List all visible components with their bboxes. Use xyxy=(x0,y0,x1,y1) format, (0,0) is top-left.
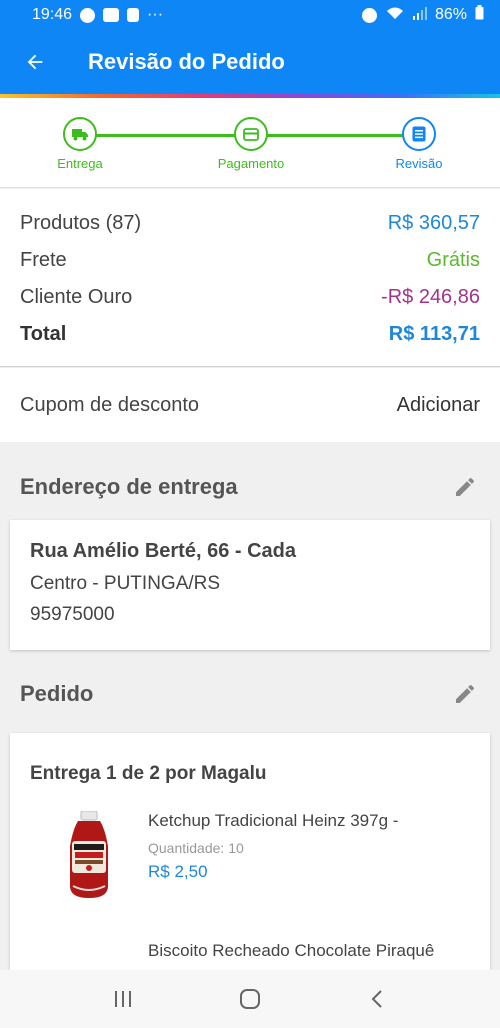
youtube-icon xyxy=(103,8,120,22)
wifi-icon xyxy=(385,6,405,25)
page-title: Revisão do Pedido xyxy=(88,49,285,74)
summary-total-row: Total R$ 113,71 xyxy=(20,316,480,353)
notification-icon xyxy=(127,8,140,22)
pencil-icon xyxy=(456,684,475,703)
address-section-header: Endereço de entrega xyxy=(0,452,500,522)
step-entrega[interactable]: Entrega xyxy=(30,117,130,171)
pencil-icon xyxy=(456,477,475,496)
order-section-title: Pedido xyxy=(20,681,94,706)
total-value: R$ 113,71 xyxy=(388,323,480,345)
step-label: Pagamento xyxy=(217,156,285,171)
order-card: Entrega 1 de 2 por Magalu Ketchup Tradic… xyxy=(10,733,490,970)
product-quantity: Quantidade: 10 xyxy=(148,840,398,856)
alarm-icon xyxy=(361,7,377,23)
step-label: Entrega xyxy=(57,156,103,171)
battery-icon xyxy=(475,5,484,25)
chevron-left-icon xyxy=(371,990,382,1008)
whatsapp-icon xyxy=(80,7,96,23)
step-revisao[interactable]: Revisão xyxy=(369,117,469,171)
ketchup-bottle-image xyxy=(30,811,148,911)
address-zip: 95975000 xyxy=(30,604,115,625)
delivery-title: Entrega 1 de 2 por Magalu xyxy=(30,763,267,784)
gold-label: Cliente Ouro xyxy=(20,286,133,308)
product-name: Ketchup Tradicional Heinz 397g - xyxy=(148,811,399,830)
shipping-label: Frete xyxy=(20,249,67,271)
products-value: R$ 360,57 xyxy=(387,212,480,234)
address-street: Rua Amélio Berté, 66 - Cada xyxy=(30,540,297,562)
back-nav-button[interactable] xyxy=(357,979,397,1019)
order-summary: Produtos (87) R$ 360,57 Frete Grátis Cli… xyxy=(0,189,500,367)
system-nav-bar xyxy=(0,970,500,1028)
list-icon xyxy=(402,117,436,151)
edit-address-button[interactable] xyxy=(450,472,480,502)
recent-apps-icon xyxy=(115,991,132,1007)
coupon-row[interactable]: Cupom de desconto Adicionar xyxy=(0,368,500,442)
quantity-value: 10 xyxy=(228,840,244,856)
step-label: Revisão xyxy=(395,156,443,171)
checkout-stepper: Entrega Pagamento Revisão xyxy=(0,98,500,188)
home-button[interactable] xyxy=(230,979,270,1019)
status-time: 19:46 xyxy=(32,6,73,23)
summary-shipping-row: Frete Grátis xyxy=(20,242,480,279)
coupon-label: Cupom de desconto xyxy=(20,393,200,416)
address-city: Centro - PUTINGA/RS xyxy=(30,573,221,594)
summary-gold-row: Cliente Ouro -R$ 246,86 xyxy=(20,279,480,316)
arrow-left-icon xyxy=(27,54,43,70)
card-icon xyxy=(234,117,268,151)
total-label: Total xyxy=(20,323,67,345)
product-item[interactable]: Biscoito Recheado Chocolate Piraquê xyxy=(30,941,470,970)
truck-icon xyxy=(63,117,97,151)
shipping-value: Grátis xyxy=(426,249,480,271)
product-name: Biscoito Recheado Chocolate Piraquê xyxy=(148,941,435,960)
quantity-label: Quantidade: xyxy=(148,840,225,856)
back-button[interactable] xyxy=(0,30,70,94)
product-item[interactable]: Ketchup Tradicional Heinz 397g - Quantid… xyxy=(30,811,470,911)
gold-discount-value: -R$ 246,86 xyxy=(381,286,480,308)
app-bar: Revisão do Pedido xyxy=(0,30,500,94)
address-card: Rua Amélio Berté, 66 - Cada Centro - PUT… xyxy=(10,520,490,650)
signal-icon xyxy=(412,6,427,25)
recent-apps-button[interactable] xyxy=(103,979,143,1019)
battery-percent: 86% xyxy=(434,6,467,23)
home-icon xyxy=(239,989,260,1009)
step-pagamento[interactable]: Pagamento xyxy=(201,117,301,171)
order-section-header: Pedido xyxy=(0,659,500,729)
summary-products-row: Produtos (87) R$ 360,57 xyxy=(20,205,480,242)
product-price: R$ 2,50 xyxy=(148,862,208,881)
status-bar: 19:46 ··· 86% xyxy=(0,0,500,30)
address-section-title: Endereço de entrega xyxy=(20,474,238,499)
product-image xyxy=(30,941,148,970)
more-notifications-icon: ··· xyxy=(147,6,164,23)
products-label: Produtos (87) xyxy=(20,212,142,234)
add-coupon-button[interactable]: Adicionar xyxy=(397,394,480,417)
edit-order-button[interactable] xyxy=(450,679,480,709)
